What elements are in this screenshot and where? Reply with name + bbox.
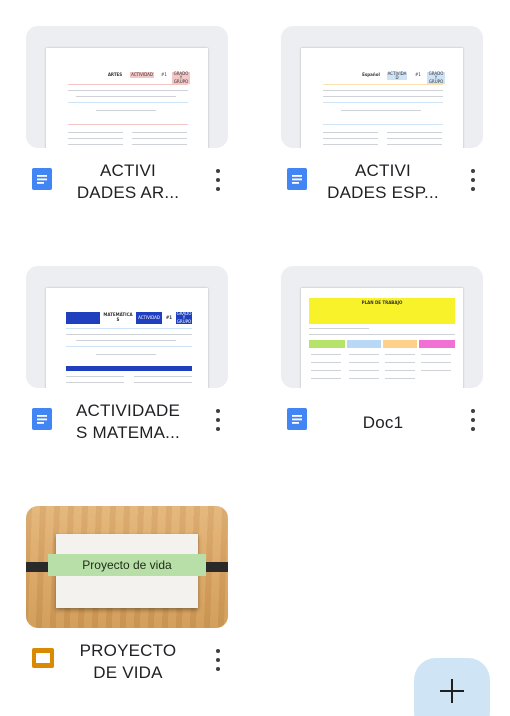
file-thumbnail[interactable]: Español ACTIVIDA D #1 GRADO Y GRUPO [281,26,483,148]
file-info: PROYECTO DE VIDA [26,638,228,698]
google-docs-icon [32,408,52,430]
thumb-subject: ARTES [107,72,123,77]
file-thumbnail[interactable]: ARTES ACTIVIDAD #1 GRADO Y GRUPO [26,26,228,148]
file-info: ACTIVI DADES ESP... [281,158,483,218]
google-docs-icon [287,408,307,430]
thumb-activity: ACTIVIDAD [130,72,154,78]
plus-icon [440,679,464,703]
thumb-number: #1 [415,72,421,77]
file-thumbnail[interactable]: PLAN DE TRABAJO [281,266,483,388]
file-thumbnail[interactable]: Proyecto de vida [26,506,228,628]
google-slides-icon [32,648,54,670]
google-docs-icon [287,168,307,190]
document-preview: ARTES ACTIVIDAD #1 GRADO Y GRUPO [46,48,208,148]
more-options-icon[interactable] [208,408,228,432]
thumb-grade: GRADO Y GRUPO [172,71,190,84]
thumb-grade: GRADO Y GRUPO [176,311,192,324]
thumb-subject: MATEMÁTICA S [103,312,133,322]
document-preview: Español ACTIVIDA D #1 GRADO Y GRUPO [301,48,463,148]
file-title[interactable]: ACTIVI DADES ESP... [321,160,445,204]
thumb-number: #1 [161,72,167,77]
file-title[interactable]: Doc1 [321,412,445,434]
thumb-number: #1 [165,315,173,320]
thumb-activity: ACTIVIDA D [387,71,407,80]
file-title[interactable]: ACTIVI DADES AR... [66,160,190,204]
document-preview: PLAN DE TRABAJO [301,288,463,388]
file-info: Doc1 [281,398,483,458]
more-options-icon[interactable] [463,408,483,432]
file-thumbnail[interactable]: MATEMÁTICA S ACTIVIDAD #1 GRADO Y GRUPO [26,266,228,388]
file-title[interactable]: ACTIVIDADE S MATEMA... [66,400,190,444]
thumb-heading: PLAN DE TRABAJO [361,300,403,305]
google-docs-icon [32,168,52,190]
more-options-icon[interactable] [208,168,228,192]
file-info: ACTIVI DADES AR... [26,158,228,218]
file-title[interactable]: PROYECTO DE VIDA [66,640,190,684]
thumb-grade: GRADO Y GRUPO [427,71,445,84]
thumb-activity: ACTIVIDAD [136,312,162,324]
more-options-icon[interactable] [208,648,228,672]
thumb-subject: Español [362,72,380,77]
thumb-header-block: PLAN DE TRABAJO [309,298,455,324]
slide-banner: Proyecto de vida [48,554,206,576]
file-info: ACTIVIDADE S MATEMA... [26,398,228,458]
more-options-icon[interactable] [463,168,483,192]
create-new-button[interactable] [414,658,490,716]
document-preview: MATEMÁTICA S ACTIVIDAD #1 GRADO Y GRUPO [46,288,208,388]
